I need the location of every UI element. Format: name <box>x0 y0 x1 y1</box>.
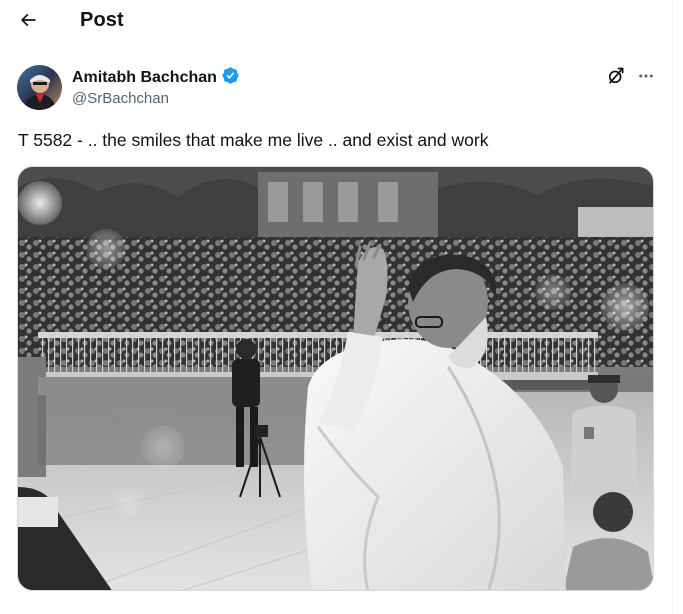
more-button[interactable] <box>631 65 661 91</box>
name-row: Amitabh Bachchan <box>72 66 240 90</box>
more-horizontal-icon <box>637 67 655 90</box>
post-author: Amitabh Bachchan @SrBachchan <box>17 65 657 113</box>
verified-badge-icon <box>221 66 240 90</box>
post-media-photo[interactable] <box>17 166 654 591</box>
avatar[interactable] <box>17 65 62 110</box>
top-bar: Post <box>0 0 683 44</box>
column-border <box>672 0 673 614</box>
author-handle[interactable]: @SrBachchan <box>72 90 169 107</box>
post-text: T 5582 - .. the smiles that make me live… <box>18 130 489 150</box>
arrow-left-icon <box>18 10 38 35</box>
author-name[interactable]: Amitabh Bachchan <box>72 69 217 87</box>
grok-button[interactable] <box>601 65 631 91</box>
back-button[interactable] <box>12 6 44 38</box>
grok-icon <box>606 66 626 91</box>
page-title: Post <box>80 9 124 31</box>
